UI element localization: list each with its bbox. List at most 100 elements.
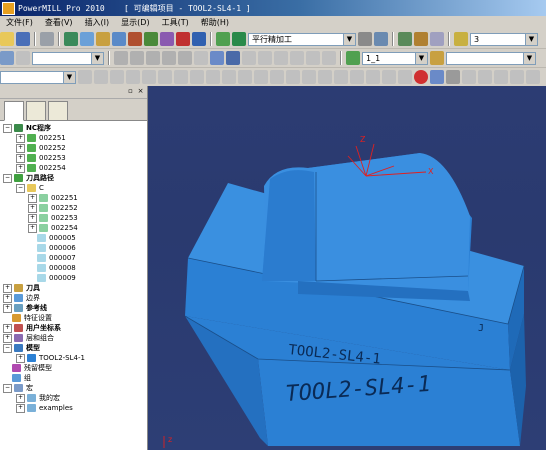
selection-combo[interactable]: ▼ (32, 51, 104, 65)
toolbar-icon[interactable] (334, 70, 348, 84)
chevron-down-icon[interactable]: ▼ (91, 52, 103, 64)
toolbar-icon[interactable] (126, 70, 140, 84)
tree-item-workplanes[interactable]: + 用户坐标系 (3, 323, 61, 333)
expand-icon[interactable]: + (28, 203, 37, 213)
block-icon[interactable] (64, 32, 78, 46)
tab-recycle[interactable] (48, 101, 68, 121)
tree-item-toolpath[interactable]: 000006 (37, 243, 76, 253)
tree-item-patterns[interactable]: + 参考线 (3, 303, 47, 313)
delete-icon[interactable] (162, 51, 176, 65)
close-icon[interactable] (290, 51, 304, 65)
toolpath-verify-icon[interactable] (176, 32, 190, 46)
toolbar-icon[interactable] (94, 70, 108, 84)
menu-view[interactable]: 查看(V) (39, 17, 79, 28)
expand-icon[interactable]: + (16, 353, 25, 363)
tree-item-toolpath[interactable]: + 002252 (28, 203, 78, 213)
tree-item-stock-models[interactable]: 残留模型 (12, 363, 52, 373)
view-icon[interactable] (0, 51, 14, 65)
tree-item-models[interactable]: − 模型 (3, 343, 40, 353)
toolbar-icon[interactable] (254, 70, 268, 84)
wireframe-icon[interactable] (194, 51, 208, 65)
collapse-icon[interactable]: − (3, 383, 12, 393)
pattern-combo[interactable]: ▼ (446, 51, 536, 65)
chevron-down-icon[interactable]: ▼ (343, 33, 355, 45)
menu-insert[interactable]: 插入(I) (79, 17, 116, 28)
toolbar-icon[interactable] (382, 70, 396, 84)
expand-icon[interactable]: + (28, 223, 37, 233)
collapse-icon[interactable]: − (16, 183, 25, 193)
toolbar-icon[interactable] (78, 70, 92, 84)
graphics-viewport[interactable]: TOOL2-SL4-1 J TOOL2-SL4-1 X Z z (148, 86, 546, 450)
dropdown-small-icon[interactable] (16, 51, 30, 65)
view-combo[interactable]: ▼ (0, 70, 76, 84)
stop-icon[interactable] (414, 70, 428, 84)
tree-item-nc[interactable]: + 002253 (16, 153, 66, 163)
toolbar-icon[interactable] (398, 70, 412, 84)
tree-item-toolpath[interactable]: 000007 (37, 253, 76, 263)
tree-item-toolpath[interactable]: + 002253 (28, 213, 78, 223)
toolbar-icon[interactable] (142, 70, 156, 84)
tree-item-macro[interactable]: + 我的宏 (16, 393, 60, 403)
expand-icon[interactable]: + (28, 213, 37, 223)
toolbar-icon[interactable] (302, 70, 316, 84)
pen-icon[interactable] (430, 51, 444, 65)
chevron-down-icon[interactable]: ▼ (525, 33, 537, 45)
expand-icon[interactable]: + (28, 193, 37, 203)
transform-icon[interactable] (414, 32, 428, 46)
end-point-icon[interactable] (160, 32, 174, 46)
toolpath-icon[interactable] (232, 32, 246, 46)
arrow-icon[interactable] (274, 51, 288, 65)
toolbar-icon[interactable] (174, 70, 188, 84)
chevron-down-icon[interactable]: ▼ (415, 52, 427, 64)
toolbar-icon[interactable] (222, 70, 236, 84)
tree-item-toolpath[interactable]: 000009 (37, 273, 76, 283)
model-view[interactable]: TOOL2-SL4-1 J TOOL2-SL4-1 X Z z (148, 86, 546, 450)
toolbar-icon[interactable] (206, 70, 220, 84)
paste-icon[interactable] (146, 51, 160, 65)
shade-icon[interactable] (430, 70, 444, 84)
menu-help[interactable]: 帮助(H) (195, 17, 235, 28)
layer-combo[interactable]: 1_1 ▼ (362, 51, 428, 65)
leads-links-icon[interactable] (128, 32, 142, 46)
toolbar-icon[interactable] (110, 70, 124, 84)
tree-item-boundaries[interactable]: + 边界 (3, 293, 40, 303)
shaded-icon[interactable] (210, 51, 224, 65)
float-icon[interactable]: ▫ (126, 87, 135, 96)
chevron-down-icon[interactable]: ▼ (523, 52, 535, 64)
strategy-combo[interactable]: 平行精加工 ▼ (248, 32, 356, 46)
toolbar-icon[interactable] (270, 70, 284, 84)
rapid-move-icon[interactable] (112, 32, 126, 46)
collapse-icon[interactable]: − (3, 173, 12, 183)
tree-item-model[interactable]: + TOOL2-SL4-1 (16, 353, 85, 363)
undo-icon[interactable] (242, 51, 256, 65)
edit-icon[interactable] (178, 51, 192, 65)
redo-icon[interactable] (258, 51, 272, 65)
save-icon[interactable] (16, 32, 30, 46)
toolbar-icon[interactable] (238, 70, 252, 84)
expand-icon[interactable]: + (16, 133, 25, 143)
tree-item-toolpath[interactable]: + 002251 (28, 193, 78, 203)
tree-item-toolpath[interactable]: + 002254 (28, 223, 78, 233)
tree-item-nc[interactable]: + 002252 (16, 143, 66, 153)
expand-icon[interactable]: + (3, 293, 12, 303)
menu-display[interactable]: 显示(D) (115, 17, 155, 28)
toolbar-icon[interactable] (494, 70, 508, 84)
tree-item-macro[interactable]: + examples (16, 403, 73, 413)
tree-item-tools[interactable]: + 刀具 (3, 283, 40, 293)
open-folder-icon[interactable] (0, 32, 14, 46)
expand-icon[interactable]: + (3, 333, 12, 343)
tree-item-toolpath[interactable]: 000005 (37, 233, 76, 243)
tab-browser[interactable] (26, 101, 46, 121)
shade-mode-icon[interactable] (446, 70, 460, 84)
expand-icon[interactable]: + (16, 153, 25, 163)
expand-icon[interactable]: + (16, 143, 25, 153)
tool-icon[interactable] (80, 32, 94, 46)
tree-item-groups[interactable]: 组 (12, 373, 31, 383)
toolbar-icon[interactable] (510, 70, 524, 84)
collapse-icon[interactable]: − (3, 343, 12, 353)
layer-icon[interactable] (306, 51, 320, 65)
expand-icon[interactable]: + (16, 403, 25, 413)
tree-item-nc[interactable]: + 002251 (16, 133, 66, 143)
expand-icon[interactable]: + (3, 303, 12, 313)
menu-tools[interactable]: 工具(T) (156, 17, 195, 28)
